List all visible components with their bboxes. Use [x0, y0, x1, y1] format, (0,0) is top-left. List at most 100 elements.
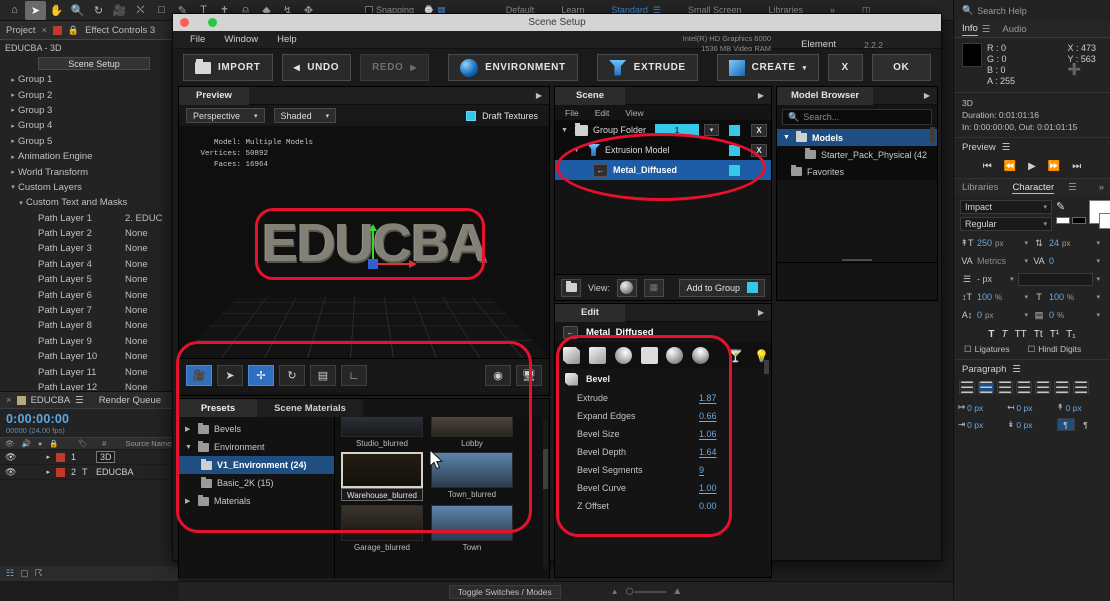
path-layer-value[interactable]: None: [125, 228, 148, 239]
param-value[interactable]: 1.64: [699, 447, 771, 457]
preview-viewport[interactable]: Model: Multiple Models Vertices: 50892 F…: [179, 126, 549, 358]
tab-audio[interactable]: Audio: [1002, 24, 1026, 35]
chevron-down-icon[interactable]: ▾: [1096, 239, 1104, 247]
search-help-field[interactable]: 🔍 Search Help: [954, 0, 1110, 21]
chevron-right-icon[interactable]: ▸: [8, 106, 18, 114]
extrude-button[interactable]: EXTRUDE: [596, 54, 698, 81]
glass-icon[interactable]: 🍸: [726, 346, 745, 365]
tab-edit[interactable]: Edit: [555, 303, 625, 322]
path-layer-value[interactable]: None: [125, 320, 148, 331]
table-row[interactable]: 👁 ▸ 1 3D: [0, 450, 177, 465]
font-style-select[interactable]: Regular ▾: [960, 217, 1052, 231]
undo-button[interactable]: ◀ UNDO: [281, 54, 352, 81]
chevron-right-icon[interactable]: ▸: [8, 76, 18, 84]
home-icon[interactable]: ⌂: [4, 1, 25, 20]
zoom-in-icon[interactable]: ▲: [672, 586, 682, 597]
new-group-folder-button[interactable]: [561, 278, 581, 297]
param-row[interactable]: Bevel Size 1.06: [555, 425, 771, 443]
lock-icon[interactable]: 🔒: [68, 25, 79, 36]
tab-character[interactable]: Character: [1012, 182, 1055, 194]
zoom-icon[interactable]: 🔍: [67, 1, 88, 20]
chevron-right-icon[interactable]: ▸: [8, 91, 18, 99]
label-swatch[interactable]: [52, 25, 62, 35]
path-layer-value[interactable]: None: [125, 274, 148, 285]
panel-menu-icon[interactable]: ☰: [1002, 142, 1011, 153]
scene-menu-edit[interactable]: Edit: [595, 108, 610, 118]
specular-icon[interactable]: [666, 346, 685, 365]
world-transform-row[interactable]: ▸ World Transform: [0, 164, 177, 179]
presets-scrollbar[interactable]: [543, 419, 548, 569]
align-right-icon[interactable]: ☰: [997, 380, 1013, 397]
param-row[interactable]: Z Offset 0.00: [555, 497, 771, 515]
path-layer-value[interactable]: None: [125, 367, 148, 378]
subscript-button[interactable]: T₁: [1066, 329, 1075, 340]
font-family-select[interactable]: Impact ▾: [960, 200, 1052, 214]
redo-button[interactable]: REDO ▶: [360, 54, 430, 81]
menu-help[interactable]: Help: [277, 34, 297, 45]
menu-window[interactable]: Window: [224, 34, 258, 45]
scene-menu-file[interactable]: File: [565, 108, 579, 118]
diffuse-icon[interactable]: [614, 346, 633, 365]
path-layer-value[interactable]: None: [125, 259, 148, 270]
zoom-out-icon[interactable]: ▲: [611, 587, 619, 596]
bold-button[interactable]: T: [988, 329, 994, 340]
tab-presets[interactable]: Presets: [179, 399, 257, 417]
label-swatch[interactable]: [55, 452, 65, 462]
chevron-right-icon[interactable]: ▶: [185, 425, 193, 433]
panel-menu-icon[interactable]: ☰: [1012, 364, 1021, 375]
stroke-width-field[interactable]: ☰ - px ▾: [960, 270, 1018, 288]
menu-file[interactable]: File: [190, 34, 205, 45]
preset-thumbnail[interactable]: Warehouse_blurred: [341, 452, 423, 501]
tab-comp-educba[interactable]: EDUCBA: [31, 395, 71, 406]
chevron-down-icon[interactable]: ▾: [16, 199, 26, 207]
visibility-toggle[interactable]: [729, 144, 740, 156]
animation-engine-row[interactable]: ▸ Animation Engine: [0, 149, 177, 164]
list-item[interactable]: ▶ Materials: [179, 492, 334, 510]
chevron-down-icon[interactable]: ▾: [1010, 275, 1018, 283]
param-value[interactable]: 0.00: [699, 501, 771, 511]
camera-icon[interactable]: 🎥: [109, 1, 130, 20]
path-layer-value[interactable]: None: [125, 290, 148, 301]
eyedropper-icon[interactable]: ✎: [1056, 200, 1086, 213]
chevron-down-icon[interactable]: ▾: [1024, 311, 1032, 319]
audio-icon[interactable]: 🔊: [22, 439, 31, 448]
prev-frame-icon[interactable]: ⏪: [1004, 161, 1016, 172]
param-row[interactable]: Bevel Depth 1.64: [555, 443, 771, 461]
space-after-field[interactable]: ↡ 0 px: [1007, 416, 1056, 433]
group-row[interactable]: ▸ Group 5: [0, 134, 177, 149]
stroke-type-select[interactable]: ▾: [1017, 270, 1104, 288]
path-layer-row[interactable]: Path Layer 6 None: [0, 287, 177, 302]
vertical-scale-field[interactable]: ↕T 100 % ▾: [960, 288, 1032, 306]
first-line-indent-field[interactable]: ⇥ 0 px: [958, 416, 1007, 433]
font-size-field[interactable]: ↟T 250 px ▾: [960, 234, 1032, 252]
window-titlebar[interactable]: Scene Setup: [173, 14, 941, 31]
path-layer-row[interactable]: Path Layer 11 None: [0, 364, 177, 379]
add-to-group-button[interactable]: Add to Group: [679, 278, 765, 297]
visibility-toggle[interactable]: [729, 124, 740, 136]
baseline-shift-field[interactable]: A↕ 0 px ▾: [960, 306, 1032, 324]
chevron-right-icon[interactable]: ▸: [8, 137, 18, 145]
rotate-tool-button[interactable]: ↻: [279, 365, 305, 386]
list-item[interactable]: ▶ Bevels: [179, 420, 334, 438]
path-layer-row[interactable]: Path Layer 4 None: [0, 257, 177, 272]
group-row[interactable]: ▸ Group 3: [0, 103, 177, 118]
small-caps-button[interactable]: Tt: [1034, 329, 1043, 340]
label-swatch[interactable]: [55, 467, 65, 477]
justify-last-center-icon[interactable]: ☰: [1035, 380, 1051, 397]
justify-all-icon[interactable]: ☰: [1073, 380, 1089, 397]
extrude-shape-icon[interactable]: [588, 346, 607, 365]
environment-button[interactable]: ENVIRONMENT: [448, 54, 578, 81]
eye-icon[interactable]: 👁: [5, 467, 16, 478]
target-center-icon[interactable]: ◉: [485, 365, 511, 386]
param-row[interactable]: Extrude 1.87: [555, 389, 771, 407]
tab-libraries[interactable]: Libraries: [962, 182, 998, 193]
chevron-down-icon[interactable]: ▾: [1096, 293, 1104, 301]
texture-icon[interactable]: [640, 346, 659, 365]
tab-effect-controls[interactable]: Effect Controls 3: [85, 25, 155, 36]
chevron-down-icon[interactable]: ▼: [783, 134, 791, 141]
path-layer-value[interactable]: None: [125, 305, 148, 316]
param-value[interactable]: 0.66: [699, 411, 771, 421]
import-button[interactable]: IMPORT: [183, 54, 273, 81]
justify-last-left-icon[interactable]: ☰: [1016, 380, 1032, 397]
list-item[interactable]: V1_Environment (24): [179, 456, 334, 474]
